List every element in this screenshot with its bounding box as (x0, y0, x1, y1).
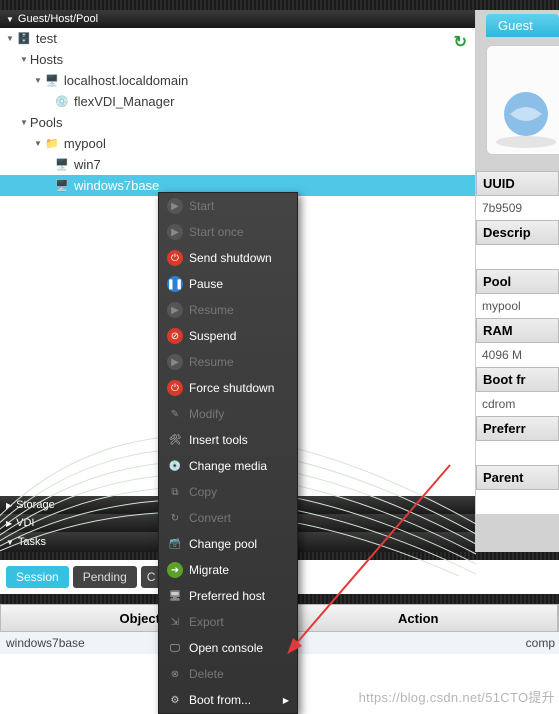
migrate-icon: ➜ (167, 562, 183, 578)
ctx-start-once: ▶Start once (159, 219, 297, 245)
media-icon: 💿 (167, 458, 183, 474)
ctx-migrate[interactable]: ➜Migrate (159, 557, 297, 583)
suspend-icon: ⊘ (167, 328, 183, 344)
prop-uuid-val: 7b9509 (476, 196, 559, 220)
prop-pref-key: Preferr (476, 416, 559, 441)
ctx-preferred-host[interactable]: 🖥Preferred host (159, 583, 297, 609)
tab-session[interactable]: Session (6, 566, 69, 588)
play-once-icon: ▶ (167, 224, 183, 240)
tree-root[interactable]: ▼🗄️test (0, 28, 475, 49)
ctx-resume-2: ▶Resume (159, 349, 297, 375)
tree-vm-win7[interactable]: 🖥️win7 (0, 154, 475, 175)
tree-pool-1[interactable]: ▼📁mypool (0, 133, 475, 154)
ctx-resume-1: ▶Resume (159, 297, 297, 323)
prop-pool-key: Pool (476, 269, 559, 294)
ctx-suspend[interactable]: ⊘Suspend (159, 323, 297, 349)
force-power-icon: ⏻ (167, 380, 183, 396)
boot-icon: ⚙ (167, 692, 183, 708)
ctx-start: ▶Start (159, 193, 297, 219)
ctx-open-console[interactable]: 🖵Open console (159, 635, 297, 661)
prop-boot-val: cdrom (476, 392, 559, 416)
prop-uuid-key: UUID (476, 171, 559, 196)
resume-icon: ▶ (167, 354, 183, 370)
server-icon: 🗄️ (16, 31, 32, 47)
tree-panel-title: Guest/Host/Pool (18, 13, 98, 25)
manager-icon: 💿 (54, 94, 70, 110)
copy-icon: ⧉ (167, 484, 183, 500)
pool-icon: 📁 (44, 136, 60, 152)
guest-thumbnail (486, 45, 559, 155)
ctx-force-shutdown[interactable]: ⏻Force shutdown (159, 375, 297, 401)
pencil-icon: ✎ (167, 406, 183, 422)
console-icon: 🖵 (167, 640, 183, 656)
prop-boot-key: Boot fr (476, 367, 559, 392)
submenu-arrow-icon: ▶ (283, 696, 289, 705)
host-pref-icon: 🖥 (167, 588, 183, 604)
prop-parent-key: Parent (476, 465, 559, 490)
context-menu: ▶Start ▶Start once ⏻Send shutdown ❚❚Paus… (158, 192, 298, 714)
prop-pref-val (476, 441, 559, 465)
convert-icon: ↻ (167, 510, 183, 526)
ctx-copy: ⧉Copy (159, 479, 297, 505)
tools-icon: 🛠 (167, 432, 183, 448)
prop-parent-val (476, 490, 559, 514)
guest-properties: UUID 7b9509 Descrip Pool mypool RAM 4096… (476, 171, 559, 514)
watermark: https://blog.csdn.net/51CTO提升 (359, 687, 555, 706)
ctx-delete: ⊗Delete (159, 661, 297, 687)
resume-icon: ▶ (167, 302, 183, 318)
refresh-icon[interactable]: ↻ (454, 32, 467, 52)
ctx-modify: ✎Modify (159, 401, 297, 427)
prop-desc-val (476, 245, 559, 269)
ctx-change-pool[interactable]: 🗃Change pool (159, 531, 297, 557)
ctx-boot-from[interactable]: ⚙Boot from...▶ (159, 687, 297, 713)
prop-ram-val: 4096 M (476, 343, 559, 367)
ctx-export: ⇲Export (159, 609, 297, 635)
tree-host-1[interactable]: ▼🖥️localhost.localdomain (0, 70, 475, 91)
col-action: Action (280, 605, 559, 631)
ctx-convert: ↻Convert (159, 505, 297, 531)
ctx-insert-tools[interactable]: 🛠Insert tools (159, 427, 297, 453)
prop-ram-key: RAM (476, 318, 559, 343)
vm-icon: 🖥️ (54, 178, 70, 194)
tree-panel-header[interactable]: ▼Guest/Host/Pool (0, 10, 475, 28)
tab-guest[interactable]: Guest (486, 14, 559, 37)
tree-pools[interactable]: ▼Pools (0, 112, 475, 133)
delete-icon: ⊗ (167, 666, 183, 682)
power-icon: ⏻ (167, 250, 183, 266)
pause-icon: ❚❚ (167, 276, 183, 292)
tab-pending[interactable]: Pending (73, 566, 137, 588)
pool-icon: 🗃 (167, 536, 183, 552)
host-icon: 🖥️ (44, 73, 60, 89)
play-icon: ▶ (167, 198, 183, 214)
export-icon: ⇲ (167, 614, 183, 630)
prop-desc-key: Descrip (476, 220, 559, 245)
tree-host-1-sub[interactable]: 💿flexVDI_Manager (0, 91, 475, 112)
prop-pool-val: mypool (476, 294, 559, 318)
ctx-pause[interactable]: ❚❚Pause (159, 271, 297, 297)
ctx-send-shutdown[interactable]: ⏻Send shutdown (159, 245, 297, 271)
tree-hosts[interactable]: ▼Hosts (0, 49, 475, 70)
vm-icon: 🖥️ (54, 157, 70, 173)
ctx-change-media[interactable]: 💿Change media (159, 453, 297, 479)
